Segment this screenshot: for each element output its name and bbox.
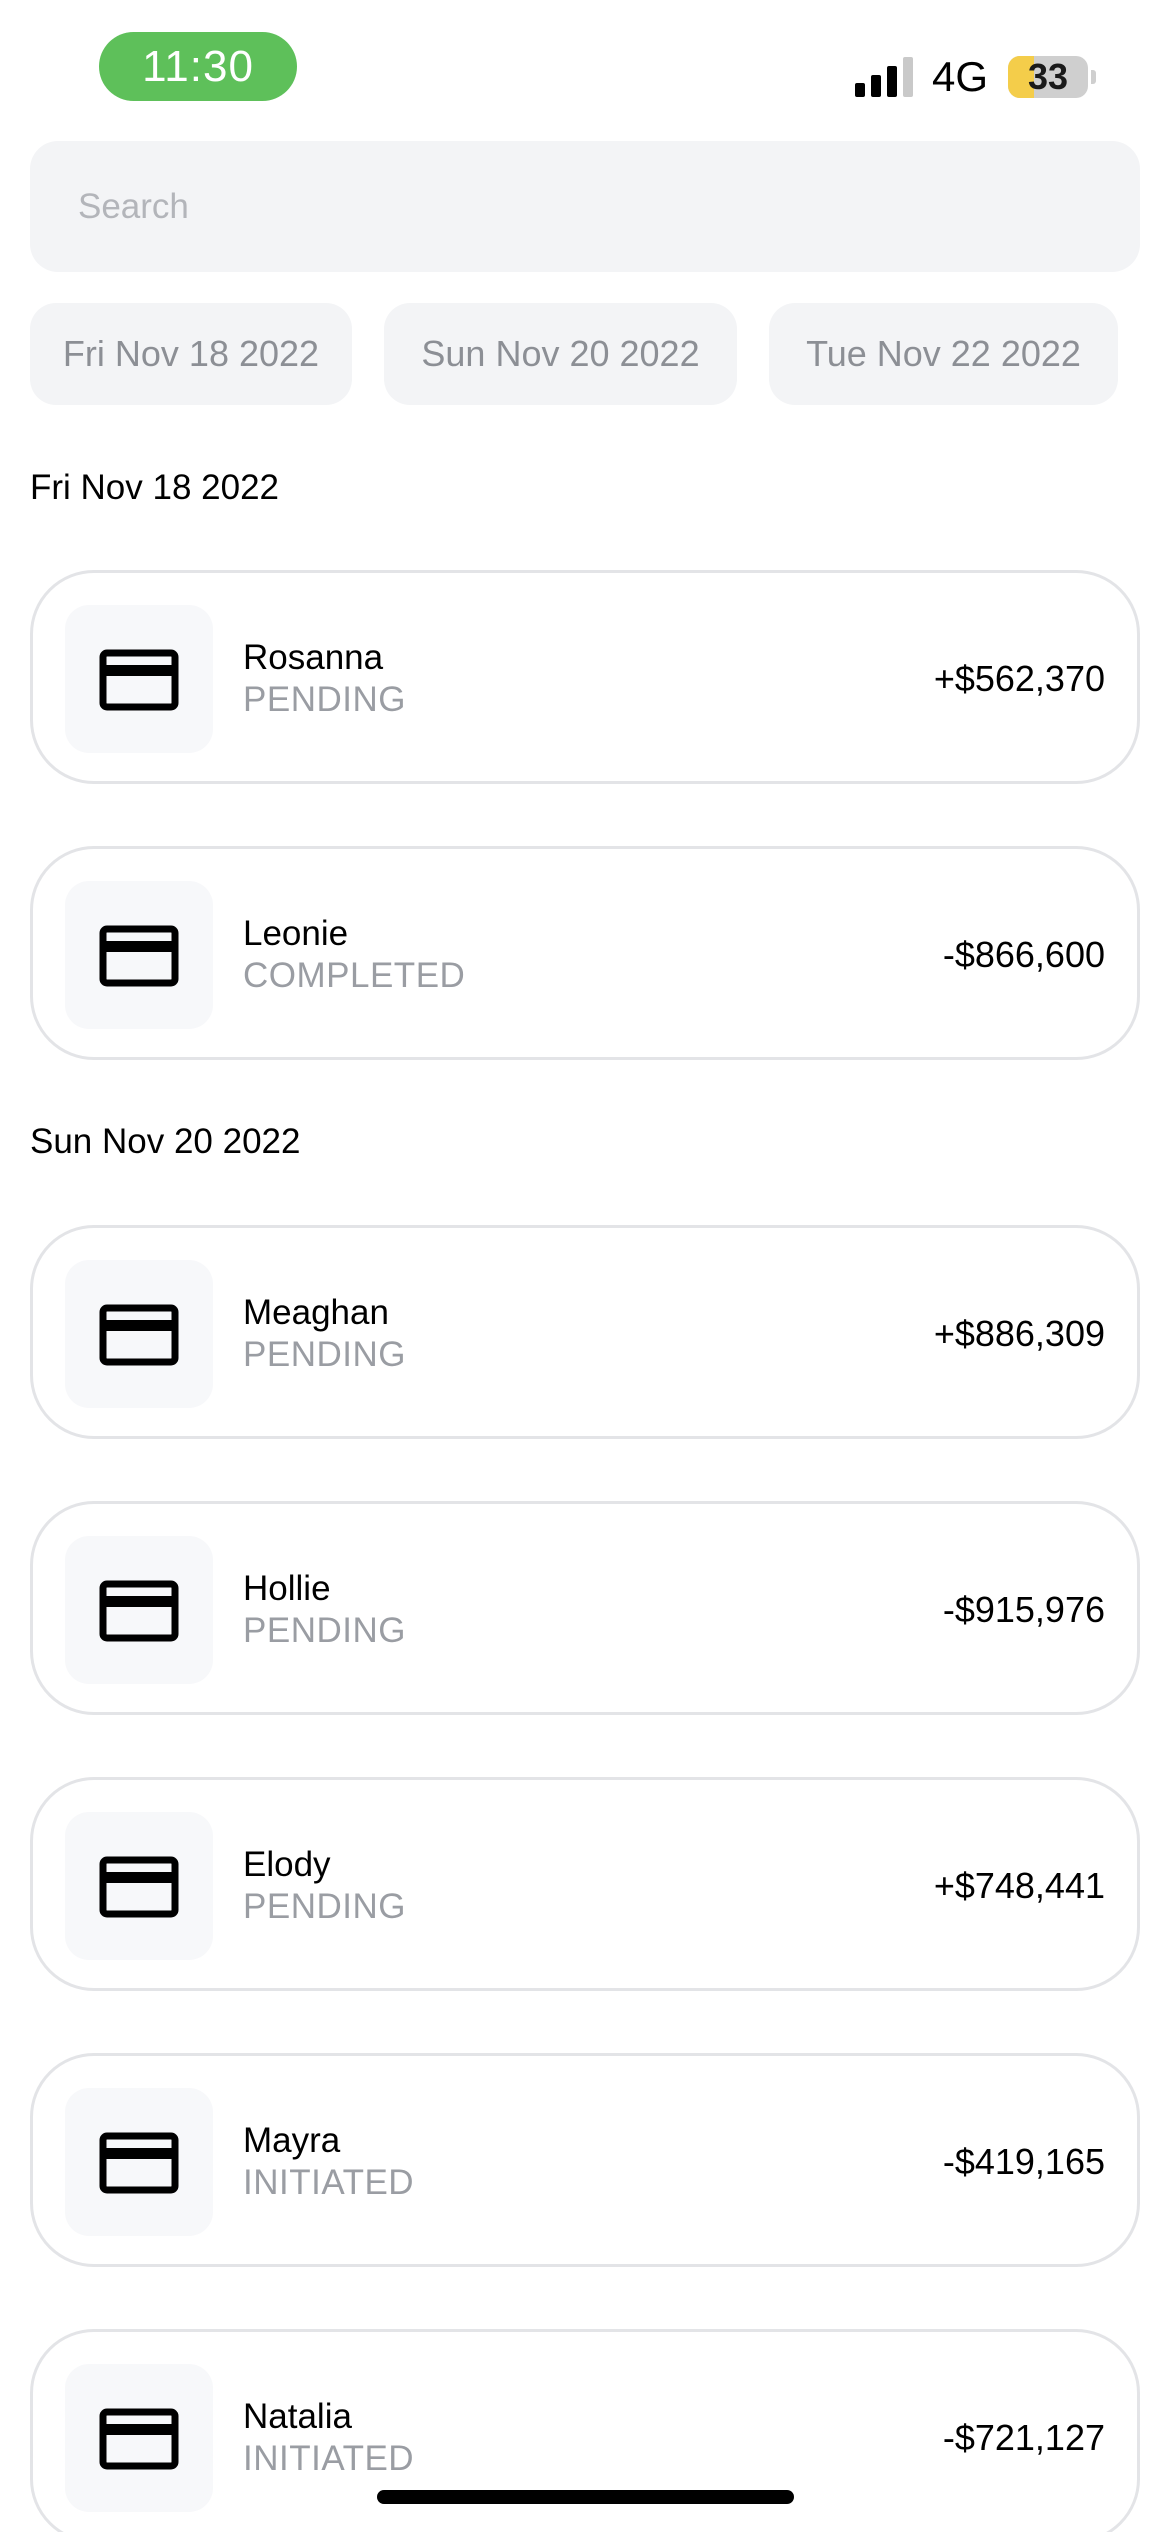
transaction-name: Mayra — [243, 2121, 341, 2160]
network-type-label: 4G — [932, 53, 989, 100]
transaction-icon-box — [65, 2364, 213, 2512]
battery-icon: 33 — [1008, 56, 1088, 98]
credit-card-icon — [99, 649, 179, 711]
battery-tip — [1091, 70, 1096, 84]
transaction-card[interactable]: Hollie PENDING -$915,976 — [30, 1501, 1140, 1715]
transaction-status: PENDING — [243, 1611, 406, 1650]
section-heading: Sun Nov 20 2022 — [30, 1122, 301, 1161]
credit-card-icon — [99, 2408, 179, 2470]
transaction-card[interactable]: Mayra INITIATED -$419,165 — [30, 2053, 1140, 2267]
transaction-amount: -$915,976 — [942, 1589, 1105, 1630]
transaction-status: INITIATED — [243, 2439, 415, 2478]
transaction-status: PENDING — [243, 1887, 406, 1926]
transaction-icon-box — [65, 1812, 213, 1960]
transaction-name: Meaghan — [243, 1293, 389, 1332]
transaction-amount: +$562,370 — [933, 658, 1105, 699]
status-bar: 11:30 4G 33 — [0, 0, 1170, 130]
status-time: 11:30 — [99, 32, 297, 101]
transaction-name: Natalia — [243, 2397, 352, 2436]
credit-card-icon — [99, 1580, 179, 1642]
transactions-screen: 11:30 4G 33 Fri Nov 18 2022 Sun Nov 20 2… — [0, 0, 1170, 2532]
date-filter-row: Fri Nov 18 2022 Sun Nov 20 2022 Tue Nov … — [30, 303, 1140, 405]
transaction-name: Hollie — [243, 1569, 331, 1608]
credit-card-icon — [99, 1856, 179, 1918]
search-bar[interactable] — [30, 141, 1140, 272]
transaction-icon-box — [65, 1536, 213, 1684]
transaction-name: Leonie — [243, 914, 349, 953]
cellular-signal-icon — [855, 57, 913, 97]
transaction-card[interactable]: Leonie COMPLETED -$866,600 — [30, 846, 1140, 1060]
transaction-card[interactable]: Meaghan PENDING +$886,309 — [30, 1225, 1140, 1439]
transaction-icon-box — [65, 881, 213, 1029]
transaction-amount: -$866,600 — [942, 934, 1105, 975]
transaction-status: PENDING — [243, 1335, 406, 1374]
transaction-amount: +$886,309 — [933, 1313, 1105, 1354]
home-indicator[interactable] — [377, 2490, 794, 2504]
transaction-icon-box — [65, 605, 213, 753]
date-filter-chip-sun-nov-20[interactable]: Sun Nov 20 2022 — [384, 303, 737, 405]
credit-card-icon — [99, 1304, 179, 1366]
transaction-card[interactable]: Elody PENDING +$748,441 — [30, 1777, 1140, 1991]
transaction-amount: -$721,127 — [942, 2417, 1105, 2458]
date-filter-chip-fri-nov-18[interactable]: Fri Nov 18 2022 — [30, 303, 352, 405]
transaction-name: Elody — [243, 1845, 331, 1884]
transaction-amount: -$419,165 — [942, 2141, 1105, 2182]
section-heading: Fri Nov 18 2022 — [30, 468, 280, 507]
date-filter-chip-tue-nov-22[interactable]: Tue Nov 22 2022 — [769, 303, 1118, 405]
search-input[interactable] — [76, 185, 1140, 228]
transaction-icon-box — [65, 2088, 213, 2236]
transaction-amount: +$748,441 — [933, 1865, 1105, 1906]
battery-level: 33 — [1027, 56, 1069, 97]
transaction-status: INITIATED — [243, 2163, 415, 2202]
transaction-status: COMPLETED — [243, 956, 466, 995]
transaction-status: PENDING — [243, 680, 406, 719]
credit-card-icon — [99, 925, 179, 987]
transaction-name: Rosanna — [243, 638, 384, 677]
transaction-card[interactable]: Rosanna PENDING +$562,370 — [30, 570, 1140, 784]
transaction-icon-box — [65, 1260, 213, 1408]
credit-card-icon — [99, 2132, 179, 2194]
